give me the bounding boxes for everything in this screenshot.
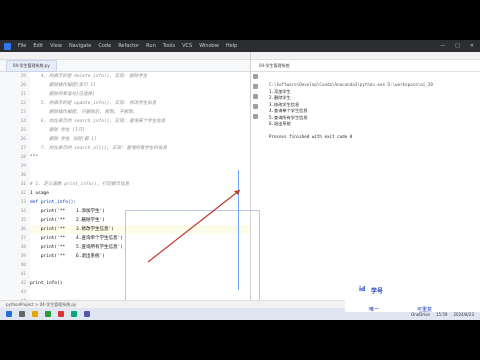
note-table: id 学号 唯一 可重复 [345,272,480,313]
folder-icon[interactable] [32,311,38,317]
table-header-number: 学号 [371,288,384,295]
clock-date[interactable]: 2024/8/23 [453,312,474,317]
clock-time[interactable]: 15:59 [436,312,448,317]
table-cell-repeatable: 可重复 [417,307,433,313]
start-icon[interactable] [6,311,12,317]
browser-icon[interactable] [45,311,51,317]
pycharm-icon[interactable] [71,311,77,317]
media-icon[interactable] [58,311,64,317]
annotation-arrow-line [147,189,241,263]
table-header-id: id [359,286,366,293]
table-cell-unique: 唯一 [369,307,380,313]
status-text: pythonProject > 04-学生管理系统.py [6,301,77,307]
app-icon[interactable] [84,311,90,317]
search-icon[interactable] [19,311,25,317]
